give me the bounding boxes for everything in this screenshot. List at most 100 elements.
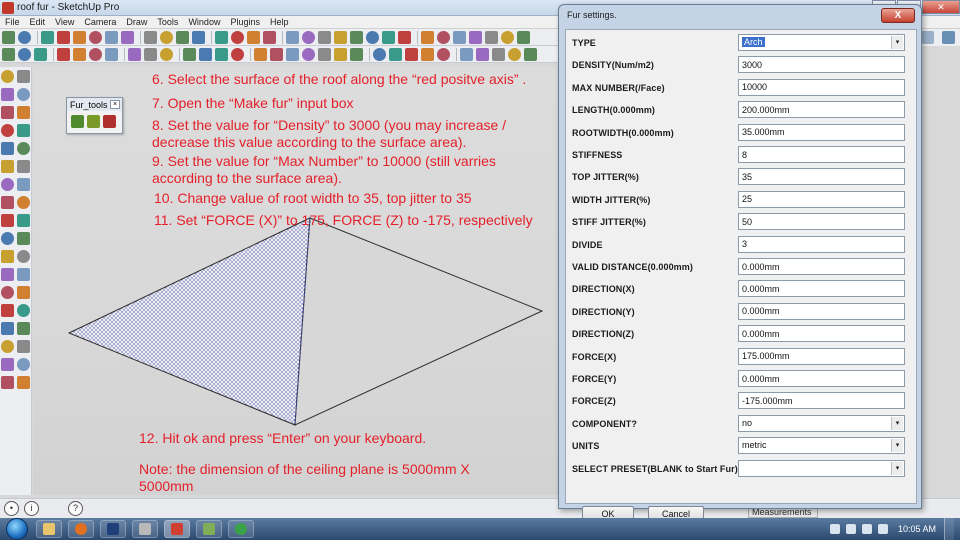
palette-tool-icon[interactable] xyxy=(1,376,14,389)
palette-tool-icon[interactable] xyxy=(17,268,30,281)
draw-tool-icon[interactable] xyxy=(57,30,70,44)
draw-tool-icon[interactable] xyxy=(453,30,466,44)
type-dropdown[interactable]: Arch ▾ xyxy=(738,34,905,51)
tray-arrow-icon[interactable] xyxy=(829,524,840,534)
palette-tool-icon[interactable] xyxy=(17,340,30,353)
menu-draw[interactable]: Draw xyxy=(121,17,152,27)
palette-tool-icon[interactable] xyxy=(1,358,14,371)
taskbar-firefox-icon[interactable] xyxy=(68,520,94,538)
draw-tool-icon[interactable] xyxy=(215,30,228,44)
make-fur-icon[interactable] xyxy=(71,115,84,128)
view-tool-icon[interactable] xyxy=(334,47,347,61)
palette-tool-icon[interactable] xyxy=(1,124,14,137)
taskbar-app-icon[interactable] xyxy=(132,520,158,538)
draw-tool-icon[interactable] xyxy=(501,30,514,44)
palette-tool-icon[interactable] xyxy=(17,106,30,119)
view-tool-icon[interactable] xyxy=(318,47,331,61)
divide-input[interactable] xyxy=(738,235,905,253)
draw-tool-icon[interactable] xyxy=(192,30,205,44)
palette-tool-icon[interactable] xyxy=(17,232,30,245)
draw-tool-icon[interactable] xyxy=(350,30,363,44)
view-tool-icon[interactable] xyxy=(389,47,402,61)
palette-tool-icon[interactable] xyxy=(1,214,14,227)
view-tool-icon[interactable] xyxy=(254,47,267,61)
length-0-000mm-input[interactable] xyxy=(738,101,905,119)
view-tool-icon[interactable] xyxy=(405,47,418,61)
draw-tool-icon[interactable] xyxy=(247,30,260,44)
draw-tool-icon[interactable] xyxy=(318,30,331,44)
view-tool-icon[interactable] xyxy=(183,47,196,61)
view-tool-icon[interactable] xyxy=(286,47,299,61)
draw-tool-icon[interactable] xyxy=(302,30,315,44)
direction-z-input[interactable] xyxy=(738,325,905,343)
orbit-icon[interactable] xyxy=(920,31,934,44)
palette-tool-icon[interactable] xyxy=(17,70,30,83)
chevron-down-icon[interactable]: ▾ xyxy=(891,461,903,475)
menu-tools[interactable]: Tools xyxy=(152,17,183,27)
palette-tool-icon[interactable] xyxy=(1,142,14,155)
view-tool-icon[interactable] xyxy=(421,47,434,61)
taskbar-explorer-icon[interactable] xyxy=(36,520,62,538)
rootwidth-0-000mm-input[interactable] xyxy=(738,123,905,141)
palette-tool-icon[interactable] xyxy=(1,322,14,335)
view-tool-icon[interactable] xyxy=(215,47,228,61)
density-num-m2-input[interactable] xyxy=(738,56,905,74)
palette-tool-icon[interactable] xyxy=(17,160,30,173)
draw-tool-icon[interactable] xyxy=(263,30,276,44)
palette-tool-icon[interactable] xyxy=(1,250,14,263)
draw-tool-icon[interactable] xyxy=(286,30,299,44)
taskbar-sketchup-icon[interactable] xyxy=(164,520,190,538)
draw-tool-icon[interactable] xyxy=(160,30,173,44)
select-preset-blank-to-start-fur-dropdown[interactable]: ▾ xyxy=(738,459,905,477)
direction-x-input[interactable] xyxy=(738,280,905,298)
palette-tool-icon[interactable] xyxy=(1,178,14,191)
top-jitter-input[interactable] xyxy=(738,168,905,186)
draw-tool-icon[interactable] xyxy=(18,30,31,44)
view-tool-icon[interactable] xyxy=(460,47,473,61)
view-tool-icon[interactable] xyxy=(508,47,521,61)
units-dropdown[interactable]: metric ▾ xyxy=(738,437,905,455)
palette-tool-icon[interactable] xyxy=(17,88,30,101)
palette-tool-icon[interactable] xyxy=(1,268,14,281)
help-icon[interactable]: ? xyxy=(68,501,83,516)
stiff-jitter-input[interactable] xyxy=(738,213,905,231)
direction-y-input[interactable] xyxy=(738,302,905,320)
view-tool-icon[interactable] xyxy=(302,47,315,61)
draw-tool-icon[interactable] xyxy=(421,30,434,44)
palette-tool-icon[interactable] xyxy=(1,106,14,119)
tray-flag-icon[interactable] xyxy=(845,524,856,534)
valid-distance-0-000mm-input[interactable] xyxy=(738,258,905,275)
view-tool-icon[interactable] xyxy=(199,47,212,61)
view-tool-icon[interactable] xyxy=(73,47,86,61)
palette-tool-icon[interactable] xyxy=(17,250,30,263)
pan-icon[interactable] xyxy=(941,31,955,44)
view-tool-icon[interactable] xyxy=(89,47,102,61)
menu-window[interactable]: Window xyxy=(183,17,225,27)
draw-tool-icon[interactable] xyxy=(73,30,86,44)
draw-tool-icon[interactable] xyxy=(469,30,482,44)
palette-tool-icon[interactable] xyxy=(1,304,14,317)
draw-tool-icon[interactable] xyxy=(2,30,15,44)
force-x-input[interactable] xyxy=(738,347,905,365)
draw-tool-icon[interactable] xyxy=(334,30,347,44)
palette-tool-icon[interactable] xyxy=(17,196,30,209)
draw-tool-icon[interactable] xyxy=(105,30,118,44)
palette-tool-icon[interactable] xyxy=(17,286,30,299)
palette-tool-icon[interactable] xyxy=(1,88,14,101)
force-y-input[interactable] xyxy=(738,370,905,387)
palette-tool-icon[interactable] xyxy=(17,322,30,335)
fur-animal-icon[interactable] xyxy=(103,115,116,128)
draw-tool-icon[interactable] xyxy=(231,30,244,44)
menu-help[interactable]: Help xyxy=(265,17,294,27)
draw-tool-icon[interactable] xyxy=(89,30,102,44)
taskbar-clock[interactable]: 10:05 AM xyxy=(898,524,936,534)
view-tool-icon[interactable] xyxy=(18,47,31,61)
chevron-down-icon[interactable]: ▾ xyxy=(891,439,903,453)
palette-tool-icon[interactable] xyxy=(17,304,30,317)
stiffness-input[interactable] xyxy=(738,146,905,163)
chevron-down-icon[interactable]: ▾ xyxy=(891,36,903,49)
view-tool-icon[interactable] xyxy=(492,47,505,61)
draw-tool-icon[interactable] xyxy=(121,30,134,44)
draw-tool-icon[interactable] xyxy=(176,30,189,44)
view-tool-icon[interactable] xyxy=(231,47,244,61)
